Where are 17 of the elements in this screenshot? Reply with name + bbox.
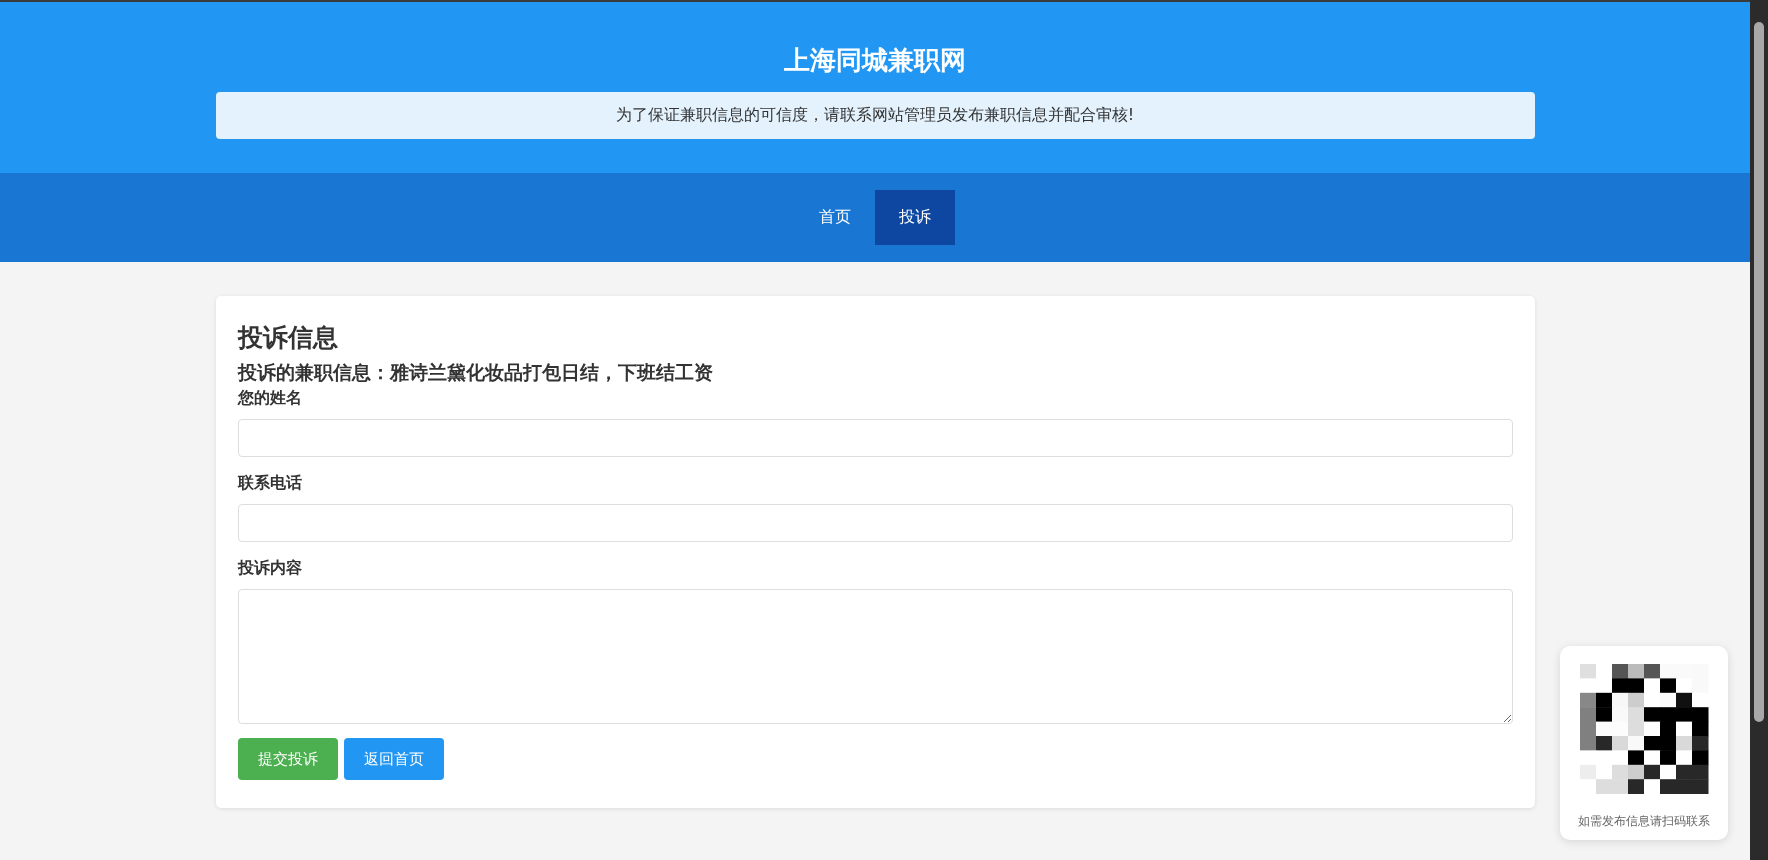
text-area[interactable] [237, 589, 1513, 724]
form-heading: 投诉信息 [237, 322, 339, 354]
nav-tab[interactable]: 投诉 [875, 190, 955, 245]
submit-button[interactable]: 提交投诉 [237, 738, 338, 780]
complaint-subject: 投诉的兼职信息：雅诗兰黛化妆品打包日结，下班结工资 [237, 360, 714, 385]
field-label: 您的姓名 [237, 387, 302, 409]
site-title: 上海同城兼职网 [783, 44, 967, 77]
field-label: 联系电话 [237, 472, 302, 494]
input-field[interactable] [237, 504, 1513, 542]
scrollbar[interactable] [1750, 0, 1768, 860]
home-button[interactable]: 返回首页 [343, 738, 444, 780]
nav-tab[interactable]: 首页 [795, 190, 875, 245]
field-label: 投诉内容 [237, 557, 302, 579]
scrollbar-thumb[interactable] [1754, 22, 1764, 722]
input-field[interactable] [237, 419, 1513, 457]
notice-banner: 为了保证兼职信息的可信度，请联系网站管理员发布兼职信息并配合审核! [215, 92, 1535, 139]
qr-caption: 如需发布信息请扫码联系 [1578, 813, 1710, 830]
